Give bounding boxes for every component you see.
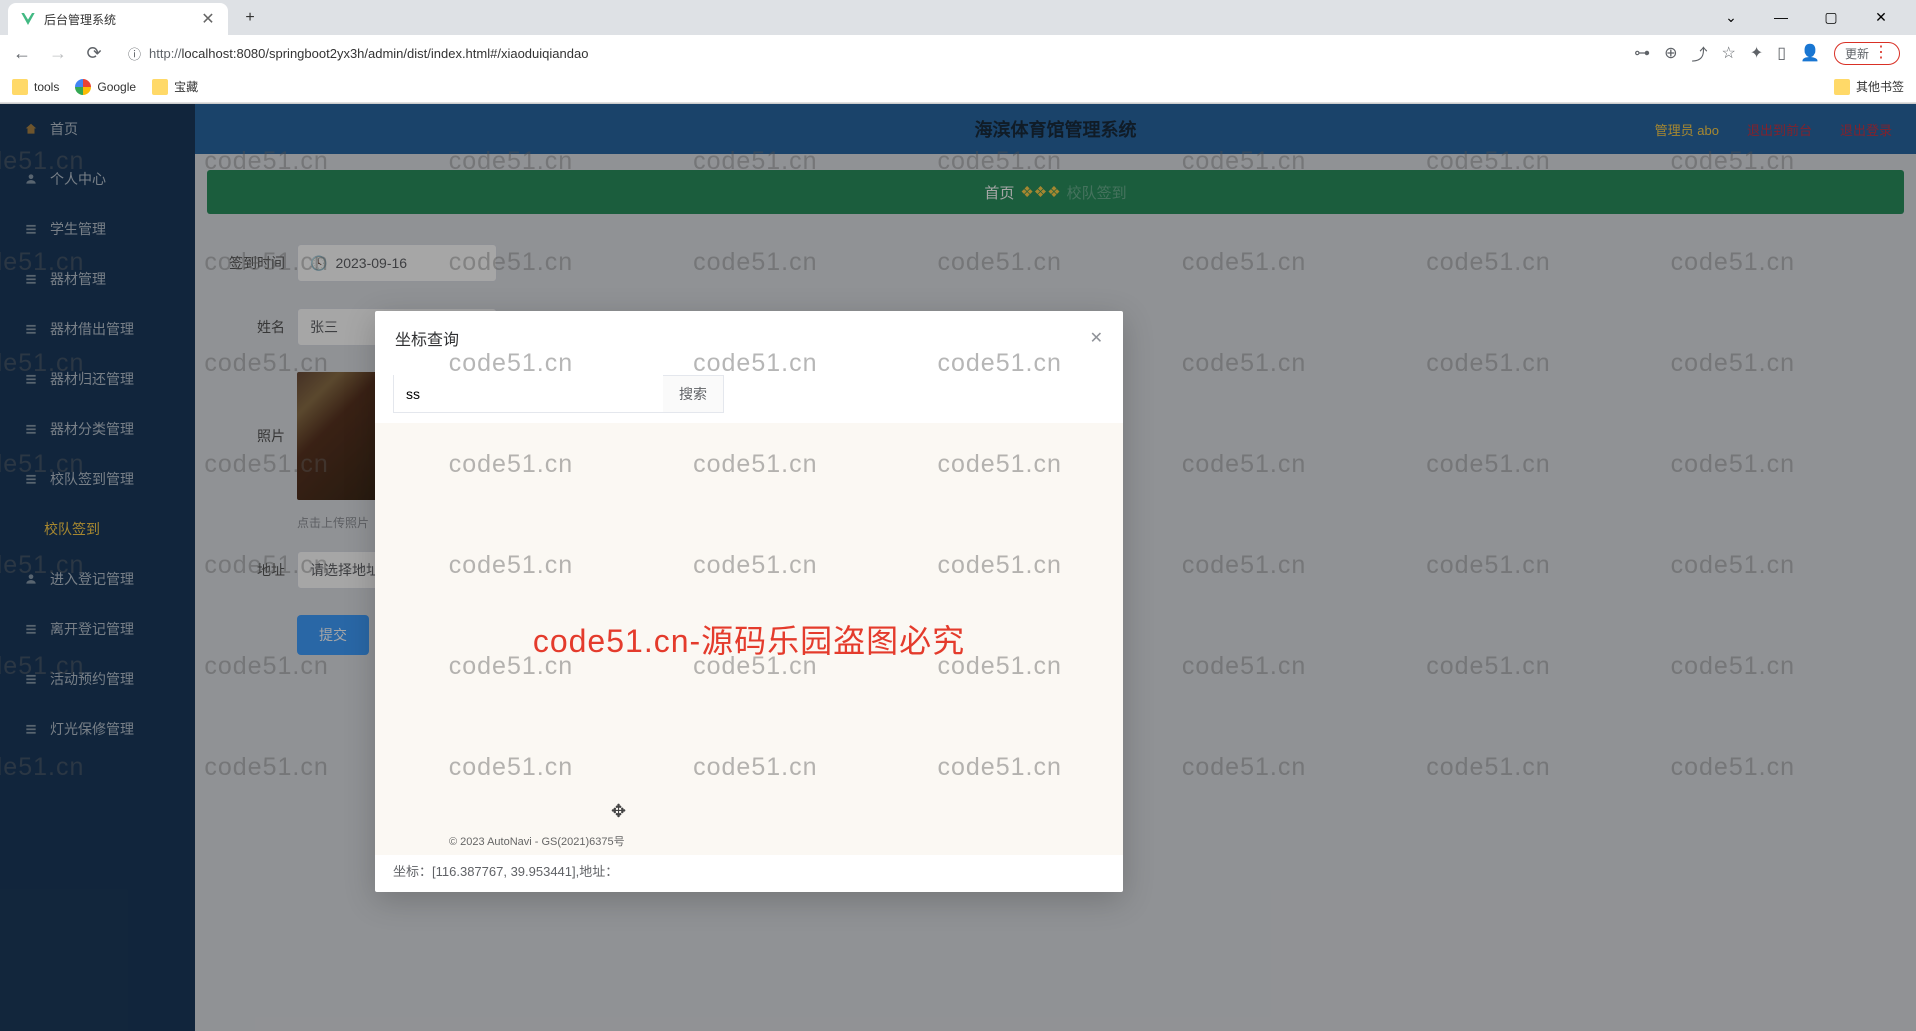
back-button[interactable]: ← (8, 39, 36, 67)
address-bar-icons: ⊶ ⊕ ⤴ ☆ ✦ ▯ 👤 更新 ⋮ (1634, 41, 1908, 65)
vue-icon (20, 11, 36, 27)
update-label: 更新 (1845, 45, 1869, 62)
dropdown-icon[interactable]: ⌄ (1716, 9, 1746, 26)
share-icon[interactable]: ⤴ (1691, 41, 1707, 65)
search-row: 搜索 (393, 375, 1105, 413)
coord-dialog: 坐标查询 ✕ 搜索 code51.cn-源码乐园盗图必究 ✥ © 2023 Au… (375, 311, 1123, 892)
folder-icon (152, 79, 168, 95)
tab-title: 后台管理系统 (44, 11, 192, 28)
reload-button[interactable]: ⟳ (80, 39, 108, 67)
folder-icon (12, 79, 28, 95)
close-icon[interactable]: ✕ (1090, 328, 1103, 348)
zoom-icon[interactable]: ⊕ (1664, 43, 1677, 63)
minimize-button[interactable]: — (1766, 9, 1796, 26)
dialog-header: 坐标查询 ✕ (375, 311, 1123, 365)
forward-button[interactable]: → (44, 39, 72, 67)
address-bar: ← → ⟳ ⓘ http://localhost:8080/springboot… (0, 35, 1916, 71)
profile-icon[interactable]: 👤 (1800, 43, 1820, 63)
bookmark-google[interactable]: Google (75, 79, 136, 95)
key-icon[interactable]: ⊶ (1634, 43, 1650, 63)
close-window-button[interactable]: ✕ (1866, 9, 1896, 26)
info-icon: ⓘ (128, 44, 141, 63)
update-button[interactable]: 更新 ⋮ (1834, 42, 1900, 65)
window-controls: ⌄ — ▢ ✕ (1716, 9, 1908, 26)
url-input[interactable]: ⓘ http://localhost:8080/springboot2yx3h/… (116, 39, 1626, 67)
bookmarks-bar: tools Google 宝藏 其他书签 (0, 71, 1916, 103)
star-icon[interactable]: ☆ (1722, 43, 1736, 63)
map-copyright: © 2023 AutoNavi - GS(2021)6375号 (449, 833, 625, 849)
dialog-body: 搜索 code51.cn-源码乐园盗图必究 ✥ © 2023 AutoNavi … (375, 375, 1123, 892)
extension-icon[interactable]: ✦ (1750, 43, 1763, 63)
dialog-title: 坐标查询 (395, 326, 459, 350)
search-button[interactable]: 搜索 (663, 375, 724, 413)
url-text: localhost:8080/springboot2yx3h/admin/dis… (182, 46, 589, 61)
url-protocol: http:// (149, 46, 182, 61)
coord-label: 坐标： (393, 864, 432, 879)
search-input[interactable] (393, 375, 663, 413)
coord-value: [116.387767, 39.953441],地址： (432, 864, 618, 879)
app-root: 首页 个人中心 学生管理 器材管理 器材借出管理 器材归还管理 器材分类管理 校… (0, 104, 1916, 1031)
menu-dots-icon: ⋮ (1873, 48, 1889, 58)
move-cursor-icon: ✥ (611, 801, 626, 822)
panel-icon[interactable]: ▯ (1777, 43, 1786, 63)
google-icon (75, 79, 91, 95)
browser-chrome: 后台管理系统 ✕ + ⌄ — ▢ ✕ ← → ⟳ ⓘ http://localh… (0, 0, 1916, 104)
bookmark-tools[interactable]: tools (12, 79, 59, 95)
map-canvas[interactable]: code51.cn-源码乐园盗图必究 ✥ © 2023 AutoNavi - G… (375, 423, 1123, 855)
new-tab-button[interactable]: + (236, 4, 264, 32)
browser-tab[interactable]: 后台管理系统 ✕ (8, 3, 228, 35)
maximize-button[interactable]: ▢ (1816, 9, 1846, 26)
close-icon[interactable]: ✕ (200, 11, 216, 27)
map-watermark: code51.cn-源码乐园盗图必究 (533, 616, 965, 662)
bookmark-other[interactable]: 其他书签 (1834, 78, 1904, 95)
bookmark-treasure[interactable]: 宝藏 (152, 78, 198, 95)
coord-output: 坐标：[116.387767, 39.953441],地址： (375, 855, 1123, 882)
tab-bar: 后台管理系统 ✕ + ⌄ — ▢ ✕ (0, 0, 1916, 35)
folder-icon (1834, 79, 1850, 95)
